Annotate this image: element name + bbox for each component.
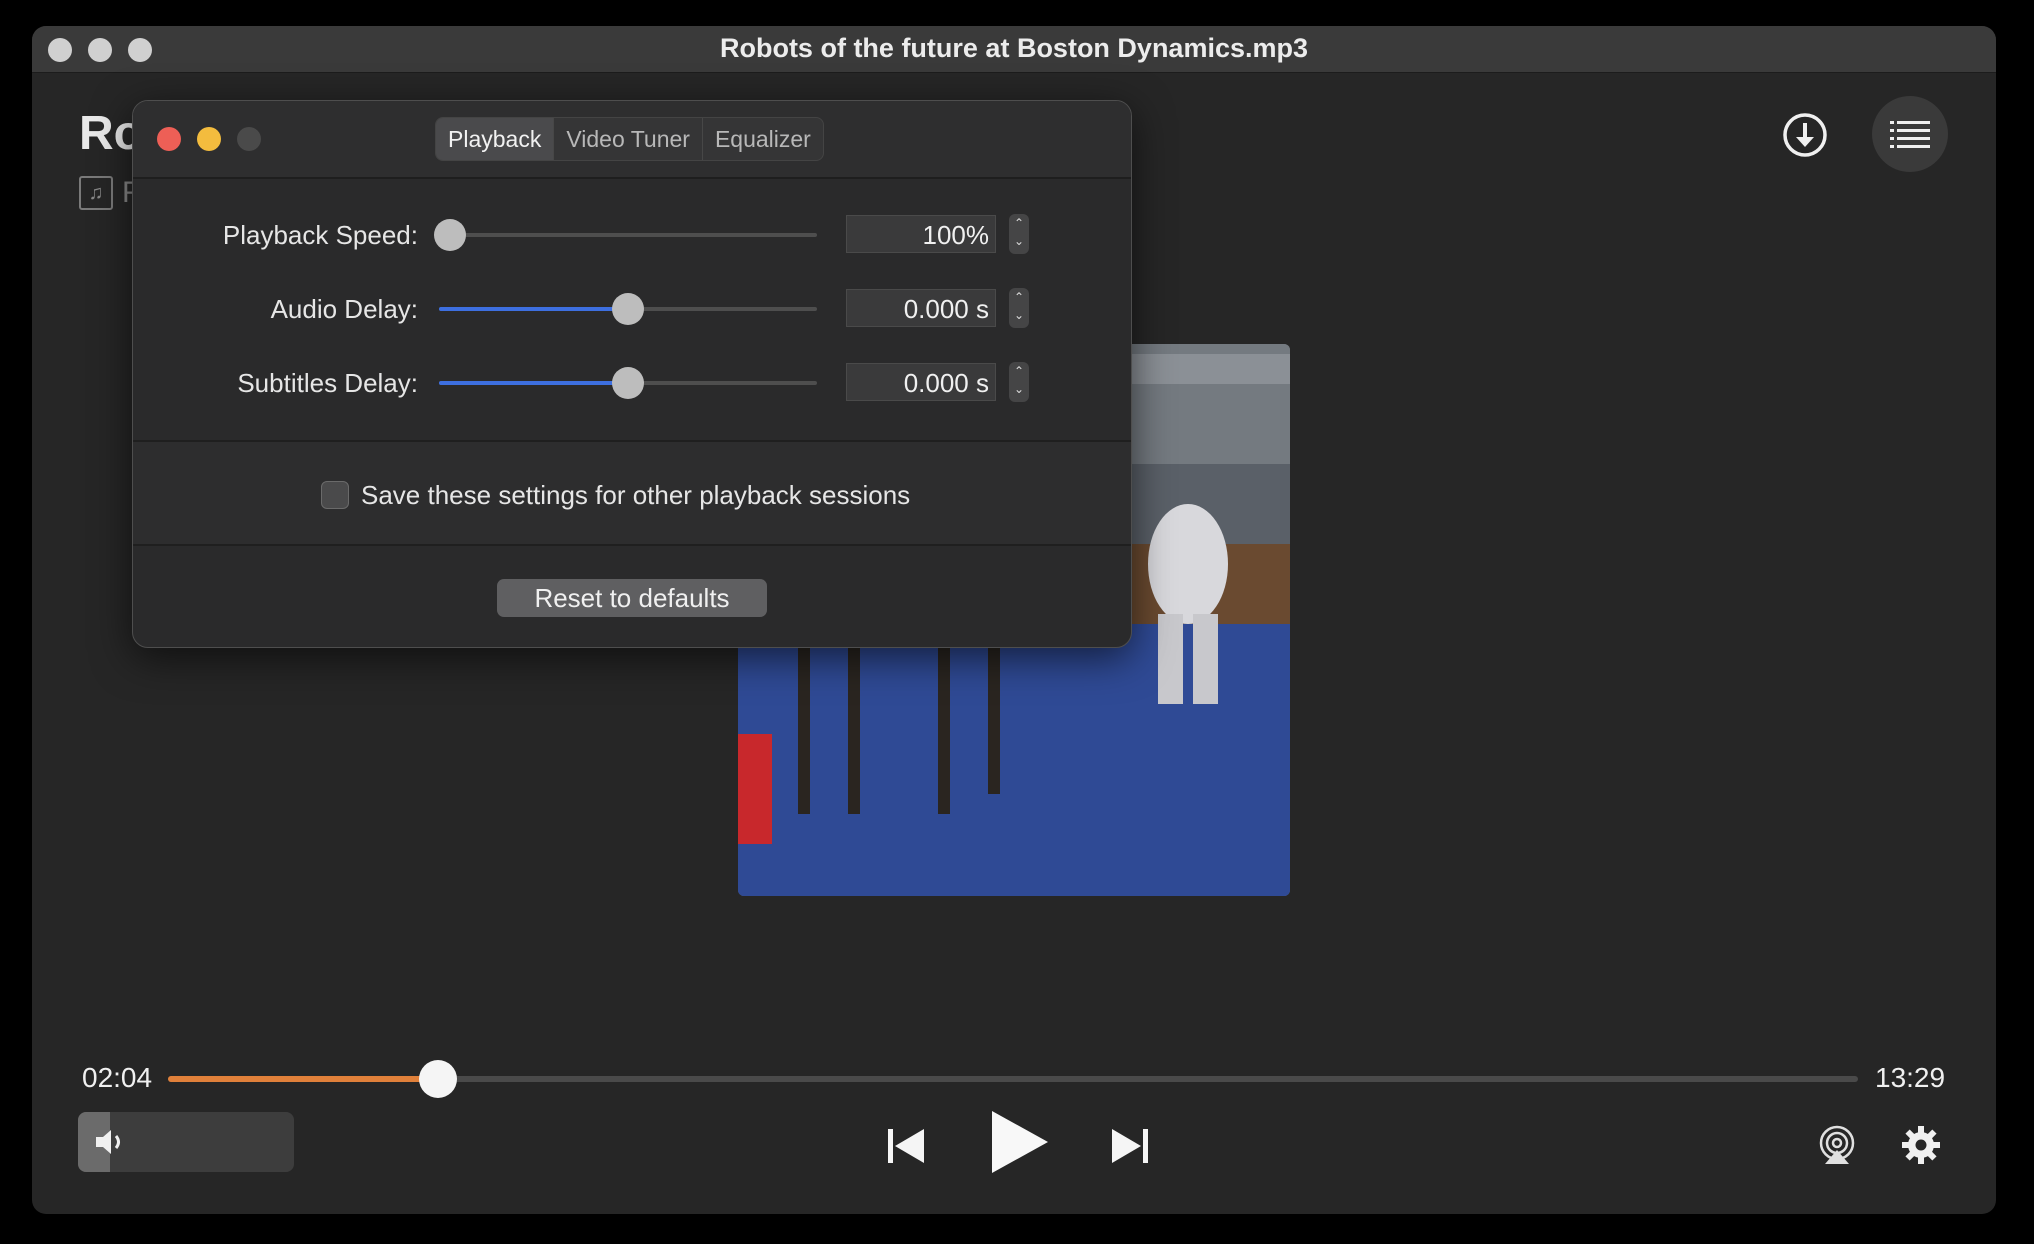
tab-equalizer[interactable]: Equalizer (703, 118, 823, 160)
audio-delay-slider-fill (439, 307, 628, 311)
subtitles-delay-slider[interactable] (439, 367, 817, 399)
playback-speed-slider[interactable] (434, 219, 817, 251)
settings-gear-icon[interactable] (1896, 1120, 1946, 1170)
music-file-icon: ♫ (79, 176, 113, 210)
panel-tabs: Playback Video Tuner Equalizer (435, 117, 824, 161)
subtitles-delay-label: Subtitles Delay: (237, 368, 418, 398)
panel-close-button[interactable] (157, 127, 181, 151)
panel-divider (133, 544, 1131, 546)
audio-delay-slider[interactable] (439, 293, 817, 325)
seek-knob[interactable] (419, 1060, 458, 1098)
playback-speed-slider-knob[interactable] (434, 219, 467, 251)
save-settings-label: Save these settings for other playback s… (361, 480, 911, 510)
volume-slider[interactable] (78, 1112, 294, 1172)
playlist-icon[interactable] (1872, 96, 1948, 172)
audio-delay-stepper[interactable]: ⌃ ⌄ (1009, 288, 1029, 328)
tab-playback[interactable]: Playback (436, 118, 555, 160)
seek-bar[interactable] (168, 1060, 1858, 1098)
title-bar: Robots of the future at Boston Dynamics.… (32, 26, 1996, 73)
next-track-icon[interactable] (1104, 1120, 1156, 1172)
reset-to-defaults-button[interactable]: Reset to defaults (497, 579, 767, 617)
play-icon[interactable] (984, 1102, 1054, 1182)
panel-zoom-button (237, 127, 261, 151)
previous-track-icon[interactable] (880, 1120, 932, 1172)
audio-delay-label: Audio Delay: (270, 294, 418, 324)
playback-speed-field[interactable]: 100% (846, 215, 996, 253)
subtitles-delay-stepper[interactable]: ⌃ ⌄ (1009, 362, 1029, 402)
window-title: Robots of the future at Boston Dynamics.… (719, 33, 1309, 63)
save-settings-checkbox[interactable] (321, 481, 349, 509)
total-duration: 13:29 (1875, 1062, 1946, 1093)
panel-header: Playback Video Tuner Equalizer (133, 101, 1131, 179)
elapsed-time: 02:04 (82, 1062, 153, 1093)
playback-speed-label: Playback Speed: (222, 220, 418, 250)
download-icon[interactable] (1780, 110, 1830, 160)
tab-video-tuner[interactable]: Video Tuner (554, 118, 703, 160)
subtitles-delay-slider-knob[interactable] (612, 367, 644, 399)
seek-bar-fill (168, 1076, 439, 1082)
playback-speed-stepper[interactable]: ⌃ ⌄ (1009, 214, 1029, 254)
audio-delay-slider-knob[interactable] (612, 293, 644, 325)
subtitles-delay-field[interactable]: 0.000 s (846, 363, 996, 401)
playback-settings-panel: Playback Video Tuner Equalizer Playback … (132, 100, 1132, 648)
speaker-icon (96, 1130, 120, 1154)
panel-minimize-button[interactable] (197, 127, 221, 151)
audio-delay-field[interactable]: 0.000 s (846, 289, 996, 327)
subtitles-delay-slider-fill (439, 381, 628, 385)
airplay-icon[interactable] (1812, 1120, 1862, 1170)
